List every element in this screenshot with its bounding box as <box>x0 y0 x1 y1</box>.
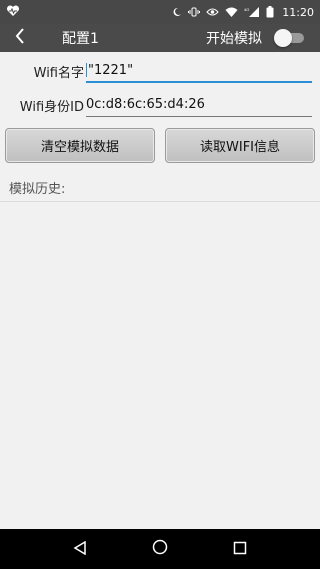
back-button[interactable] <box>0 24 40 52</box>
wifi-id-value: 0c:d8:6c:65:d4:26 <box>86 97 205 112</box>
wifi-name-row: Wifi名字 "1221" <box>0 56 320 86</box>
vibrate-icon <box>188 7 201 17</box>
text-cursor <box>86 63 87 77</box>
nav-home-button[interactable] <box>140 529 180 569</box>
triangle-back-icon <box>73 540 87 559</box>
cellular-signal-icon: 4G <box>244 6 260 18</box>
history-list[interactable] <box>0 202 320 529</box>
network-type-text: 4G <box>244 7 249 12</box>
moon-icon <box>172 7 182 17</box>
simulate-toggle-label: 开始模拟 <box>206 31 262 47</box>
status-bar: 4G 11:20 <box>0 0 320 24</box>
clear-simulation-data-button[interactable]: 清空模拟数据 <box>5 128 155 163</box>
chevron-left-icon <box>15 28 25 48</box>
battery-icon <box>266 6 274 18</box>
wifi-id-label: Wifi身份ID <box>19 99 84 115</box>
nav-back-button[interactable] <box>60 529 100 569</box>
page-title: 配置1 <box>62 31 99 47</box>
heart-health-icon <box>6 4 20 20</box>
circle-home-icon <box>152 539 168 559</box>
toggle-thumb <box>274 29 292 47</box>
wifi-name-value: "1221" <box>88 62 134 78</box>
wifi-id-row: Wifi身份ID 0c:d8:6c:65:d4:26 <box>0 90 320 120</box>
app-bar: 配置1 开始模拟 <box>0 24 320 52</box>
wifi-name-input[interactable]: "1221" <box>86 59 312 83</box>
square-recents-icon <box>233 540 247 559</box>
wifi-id-input[interactable]: 0c:d8:6c:65:d4:26 <box>86 93 312 117</box>
history-label: 模拟历史: <box>9 182 66 197</box>
eye-icon <box>206 7 219 17</box>
read-wifi-info-button[interactable]: 读取WIFI信息 <box>165 128 315 163</box>
simulate-toggle[interactable] <box>272 29 308 47</box>
wifi-icon <box>225 7 238 17</box>
system-nav-bar <box>0 529 320 569</box>
nav-recents-button[interactable] <box>220 529 260 569</box>
wifi-name-label: Wifi名字 <box>33 65 84 81</box>
status-time: 11:20 <box>282 5 314 19</box>
